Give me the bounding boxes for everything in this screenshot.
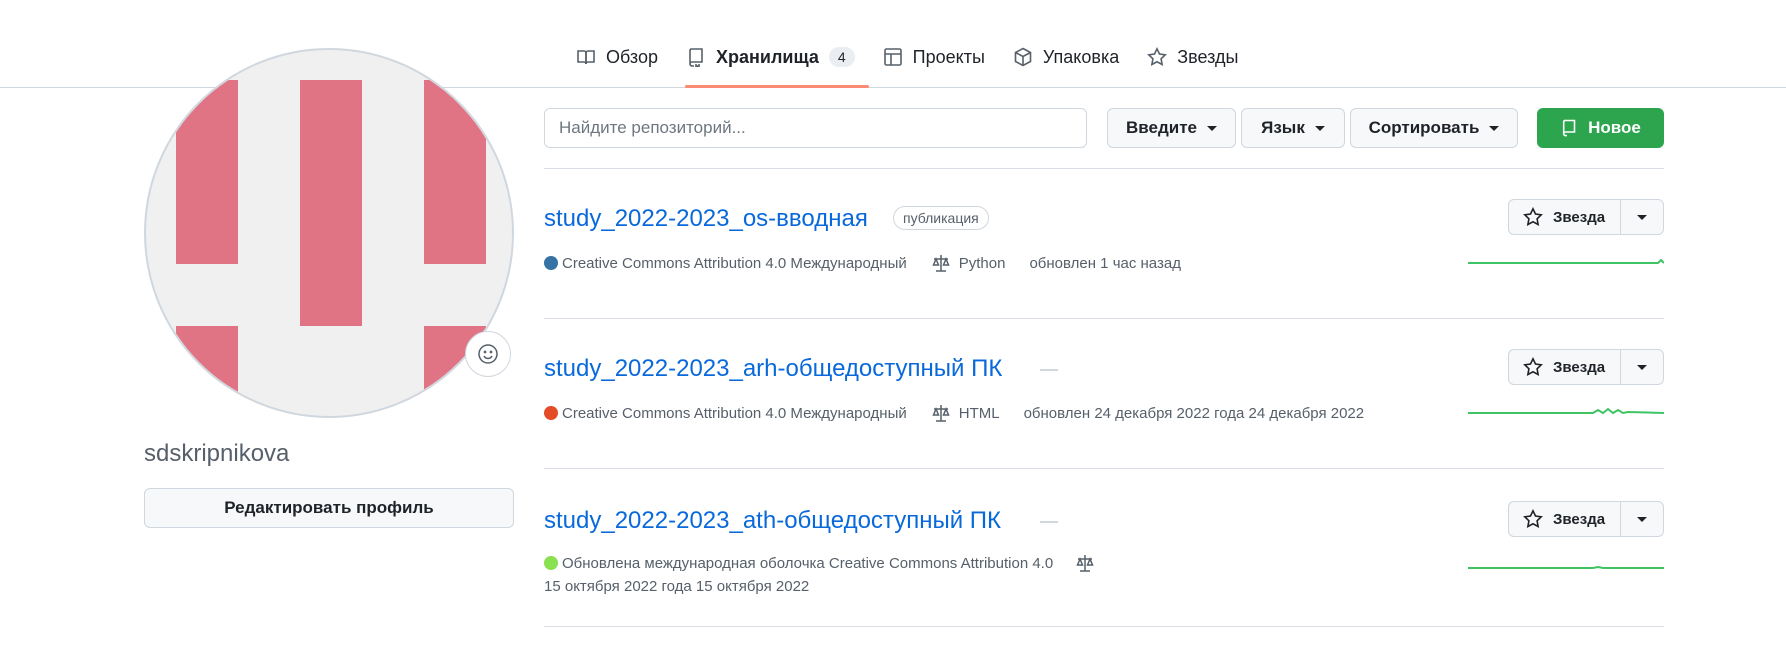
visibility-dash bbox=[1040, 521, 1058, 523]
law-icon bbox=[932, 255, 950, 272]
star-list-dropdown[interactable] bbox=[1621, 350, 1663, 384]
divider bbox=[544, 168, 1664, 169]
star-label: Звезда bbox=[1553, 358, 1606, 376]
star-list-dropdown[interactable] bbox=[1621, 502, 1663, 536]
star-icon bbox=[1523, 357, 1543, 376]
sort-dropdown[interactable]: Сортировать bbox=[1350, 108, 1518, 148]
package-icon bbox=[1014, 47, 1032, 67]
avatar-identicon-block bbox=[424, 80, 486, 264]
tab-packages[interactable]: Упаковка bbox=[999, 40, 1133, 74]
repo-updated: 15 октября 2022 года 15 октября 2022 bbox=[544, 578, 810, 595]
star-button-group: Звезда bbox=[1508, 199, 1664, 235]
star-button[interactable]: Звезда bbox=[1509, 350, 1621, 384]
type-filter-dropdown[interactable]: Введите bbox=[1107, 108, 1236, 148]
table-icon bbox=[883, 48, 902, 66]
tab-packages-label: Упаковка bbox=[1042, 46, 1120, 67]
language-filter-dropdown[interactable]: Язык bbox=[1241, 108, 1345, 148]
star-icon bbox=[1523, 207, 1543, 226]
activity-sparkline bbox=[1468, 565, 1664, 569]
repo-meta: Creative Commons Attribution 4.0 Междуна… bbox=[544, 403, 1364, 423]
tab-stars[interactable]: Звезды bbox=[1133, 40, 1252, 74]
tab-stars-label: Звезды bbox=[1177, 46, 1239, 67]
repo-count-badge: 4 bbox=[828, 47, 855, 67]
chevron-down-icon bbox=[1637, 214, 1647, 220]
repo-language: HTML bbox=[958, 404, 1000, 422]
repo-name-link[interactable]: study_2022-2023_os-вводная bbox=[544, 205, 868, 233]
repo-name-link[interactable]: study_2022-2023_arh-общедоступный ПК bbox=[544, 355, 1002, 383]
chevron-down-icon bbox=[1314, 125, 1325, 131]
tab-bar: Обзор Хранилища 4 Проекты Упаковка Звезд… bbox=[562, 40, 1252, 88]
law-icon bbox=[1076, 555, 1094, 572]
law-icon bbox=[932, 405, 950, 422]
language-color-dot bbox=[544, 256, 558, 270]
repo-meta: Creative Commons Attribution 4.0 Междуна… bbox=[544, 253, 1181, 273]
language-filter-label: Язык bbox=[1261, 118, 1305, 137]
star-button[interactable]: Звезда bbox=[1509, 200, 1621, 234]
repo-updated: обновлен 1 час назад bbox=[1029, 254, 1181, 272]
star-label: Звезда bbox=[1553, 208, 1606, 226]
new-repo-button[interactable]: Новое bbox=[1537, 108, 1664, 148]
star-button-group: Звезда bbox=[1508, 501, 1664, 537]
divider bbox=[544, 626, 1664, 627]
star-button-group: Звезда bbox=[1508, 349, 1664, 385]
sort-label: Сортировать bbox=[1368, 118, 1480, 137]
tab-overview[interactable]: Обзор bbox=[562, 40, 672, 74]
edit-profile-button[interactable]: Редактировать профиль bbox=[144, 488, 514, 528]
repo-license: Creative Commons Attribution 4.0 Междуна… bbox=[562, 404, 907, 422]
repo-updated: обновлен 24 декабря 2022 года 24 декабря… bbox=[1023, 404, 1365, 422]
visibility-dash bbox=[1040, 369, 1058, 371]
language-color-dot bbox=[544, 556, 558, 570]
star-icon bbox=[1523, 509, 1543, 528]
star-icon bbox=[1147, 47, 1168, 66]
divider bbox=[544, 468, 1664, 469]
repo-license: Обновлена международная оболочка Creativ… bbox=[562, 554, 1054, 572]
activity-sparkline bbox=[1468, 407, 1664, 415]
new-repo-label: Новое bbox=[1588, 118, 1641, 137]
repo-name-link[interactable]: study_2022-2023_ath-общедоступный ПК bbox=[544, 507, 1001, 535]
language-color-dot bbox=[544, 406, 558, 420]
repo-icon bbox=[1563, 119, 1576, 137]
repo-search-input[interactable] bbox=[544, 108, 1087, 148]
set-status-button[interactable] bbox=[465, 331, 511, 377]
chevron-down-icon bbox=[1206, 125, 1217, 131]
chevron-down-icon bbox=[1489, 125, 1500, 131]
avatar-identicon-block bbox=[300, 80, 362, 326]
avatar-identicon-block bbox=[176, 326, 238, 396]
star-button[interactable]: Звезда bbox=[1509, 502, 1621, 536]
tab-projects[interactable]: Проекты bbox=[869, 40, 999, 74]
repo-language: Python bbox=[958, 254, 1006, 272]
repo-license: Creative Commons Attribution 4.0 Междуна… bbox=[562, 254, 907, 272]
star-label: Звезда bbox=[1553, 510, 1606, 528]
visibility-badge: публикация bbox=[893, 206, 989, 230]
type-filter-label: Введите bbox=[1126, 118, 1197, 137]
chevron-down-icon bbox=[1637, 516, 1647, 522]
chevron-down-icon bbox=[1637, 364, 1647, 370]
tab-overview-label: Обзор bbox=[606, 46, 658, 67]
tab-repositories[interactable]: Хранилища 4 bbox=[672, 40, 869, 88]
tab-projects-label: Проекты bbox=[912, 46, 985, 67]
avatar-identicon-block bbox=[176, 80, 238, 264]
tab-repositories-label: Хранилища bbox=[716, 46, 819, 67]
book-icon bbox=[577, 50, 595, 65]
avatar[interactable] bbox=[144, 48, 514, 418]
username: sdskripnikova bbox=[144, 440, 290, 467]
smiley-icon bbox=[478, 344, 498, 364]
divider bbox=[544, 318, 1664, 319]
star-list-dropdown[interactable] bbox=[1621, 200, 1663, 234]
activity-sparkline bbox=[1468, 258, 1664, 264]
repo-meta: Обновлена международная оболочка Creativ… bbox=[544, 553, 1095, 573]
repo-icon bbox=[689, 48, 703, 67]
